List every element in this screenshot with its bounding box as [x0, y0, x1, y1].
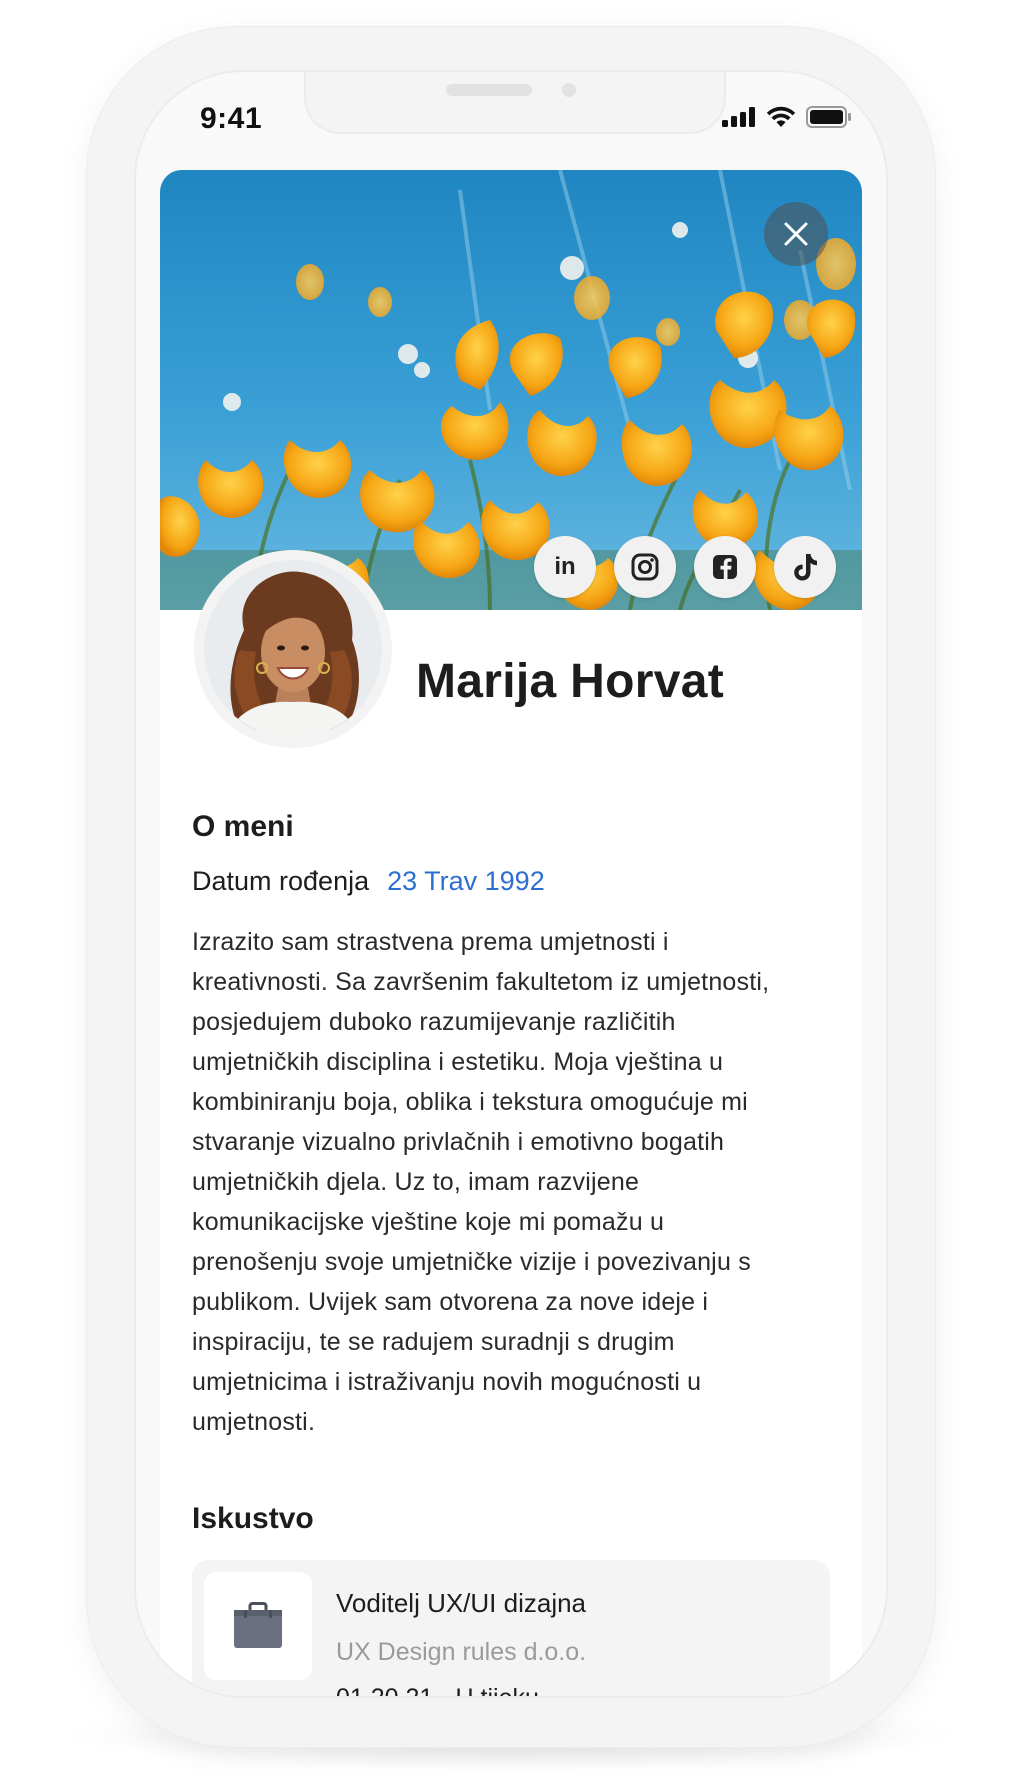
bio-text: Izrazito sam strastvena prema umjetnosti… — [192, 922, 832, 1442]
speaker-grille — [446, 84, 532, 96]
bio-line: kreativnosti. Sa završenim fakultetom iz… — [192, 968, 770, 996]
bio-line: kombiniranju boja, oblika i tekstura omo… — [192, 1088, 748, 1116]
cover-image — [160, 170, 862, 610]
close-icon — [784, 222, 808, 246]
linkedin-button[interactable]: in — [534, 536, 596, 598]
notch — [304, 72, 726, 134]
tiktok-icon — [794, 554, 817, 581]
close-button[interactable] — [764, 202, 828, 266]
bio-line: umjetnosti. — [192, 1408, 316, 1436]
front-camera — [562, 83, 576, 97]
instagram-button[interactable] — [614, 536, 676, 598]
bio-line: Izrazito sam strastvena prema umjetnosti… — [192, 928, 669, 956]
avatar — [194, 550, 392, 748]
battery-icon — [806, 106, 851, 128]
bio-line: inspiraciju, te se radujem suradnji s dr… — [192, 1328, 675, 1356]
bio-line: stvaranje vizualno privlačnih i emotivno… — [192, 1128, 725, 1156]
status-time: 9:41 — [200, 102, 263, 135]
about-title: O meni — [192, 810, 294, 843]
experience-icon-box — [204, 1572, 312, 1680]
avatar-photo — [204, 560, 382, 738]
linkedin-icon: in — [554, 553, 576, 580]
instagram-icon — [631, 553, 659, 581]
profile-name: Marija Horvat — [416, 655, 725, 708]
experience-dates: 01.20.21 - U tijeku — [336, 1684, 539, 1698]
facebook-button[interactable] — [694, 536, 756, 598]
facebook-icon — [713, 555, 737, 579]
dob-row: Datum rođenja 23 Trav 1992 — [192, 866, 545, 897]
experience-title: Iskustvo — [192, 1502, 314, 1535]
wifi-icon — [766, 106, 796, 127]
experience-role: Voditelj UX/UI dizajna — [336, 1588, 587, 1618]
bio-line: posjedujem duboko razumijevanje različit… — [192, 1008, 676, 1036]
bio-line: prenošenju svoje umjetničke vizije i pov… — [192, 1248, 751, 1276]
cellular-signal-icon — [722, 107, 755, 127]
briefcase-icon — [234, 1602, 282, 1648]
bio-line: umjetnicima i istraživanju novih mogućno… — [192, 1368, 702, 1396]
bio-line: komunikacijske vještine koje mi pomažu u — [192, 1208, 665, 1236]
bio-line: umjetničkih djela. Uz to, imam razvijene — [192, 1168, 640, 1196]
dob-label: Datum rođenja — [192, 866, 370, 896]
experience-company: UX Design rules d.o.o. — [336, 1638, 587, 1666]
dob-value[interactable]: 23 Trav 1992 — [387, 866, 545, 897]
phone-screen: 9:41 in Marija Horvat O meni Datum rođen… — [134, 70, 888, 1698]
bio-line: umjetničkih disciplina i estetiku. Moja … — [192, 1048, 724, 1076]
stage: 9:41 in Marija Horvat O meni Datum rođen… — [0, 0, 1022, 1790]
experience-item[interactable]: Voditelj UX/UI dizajna UX Design rules d… — [192, 1560, 830, 1698]
bio-line: publikom. Uvijek sam otvorena za nove id… — [192, 1288, 709, 1316]
tiktok-button[interactable] — [774, 536, 836, 598]
status-icons — [722, 106, 852, 128]
profile-card: in Marija Horvat O meni Datum rođenja 23… — [160, 170, 862, 1698]
